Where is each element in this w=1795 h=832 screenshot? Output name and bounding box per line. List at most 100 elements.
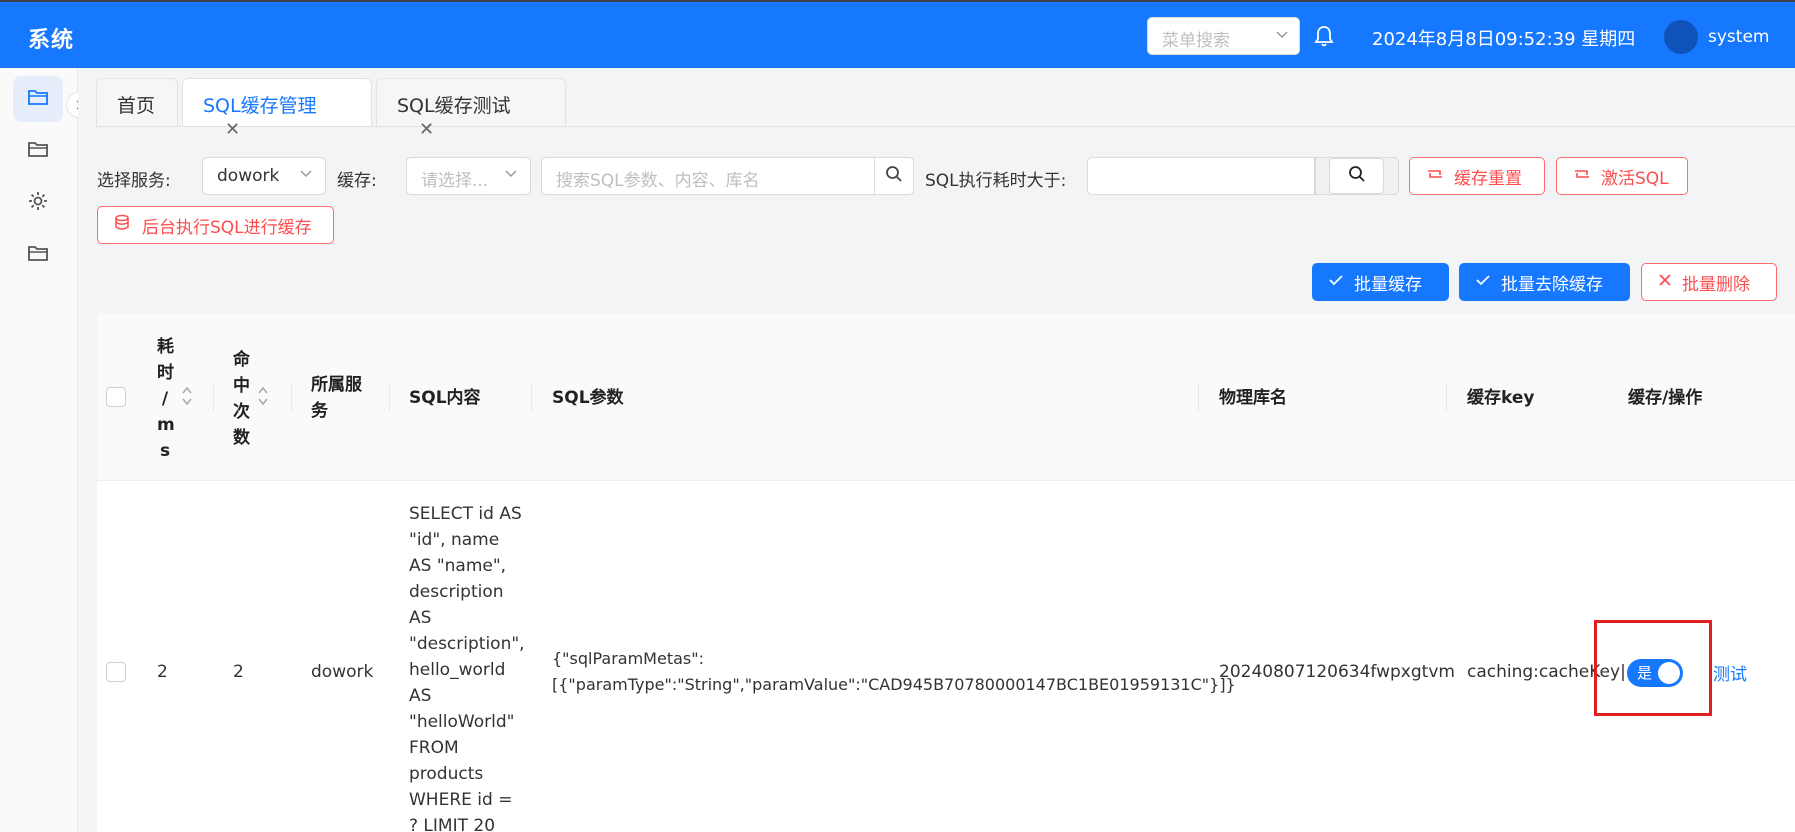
sql-line: products (409, 764, 484, 784)
tab-sql-cache-test[interactable]: SQL缓存测试✕ (376, 78, 566, 140)
sql-line: WHERE id = (409, 790, 513, 810)
tab-label: 首页 (117, 95, 156, 117)
row-checkbox[interactable] (106, 662, 126, 682)
side-rail (0, 68, 78, 832)
batch-cache-button[interactable]: 批量缓存 (1312, 263, 1449, 301)
col-hits[interactable]: 命 中 次 数 (233, 347, 253, 451)
tab-sql-cache-manage[interactable]: SQL缓存管理✕ (182, 78, 372, 140)
cell-hits: 2 (233, 662, 244, 682)
batch-uncache-button[interactable]: 批量去除缓存 (1459, 263, 1630, 301)
rail-item-2[interactable] (13, 128, 63, 174)
col-service-line: 务 (311, 401, 328, 421)
column-divider (389, 383, 390, 411)
cell-sql-params: {"sqlParamMetas": [{"paramType":"String"… (552, 646, 1236, 698)
avatar[interactable] (1664, 20, 1698, 54)
column-divider (291, 383, 292, 411)
tabs-divider (96, 126, 1795, 127)
params-line: [{"paramType":"String","paramValue":"CAD… (552, 675, 1236, 694)
service-select-value: dowork (217, 166, 280, 186)
activate-sql-label: 激活SQL (1601, 168, 1669, 189)
sql-line: hello_world (409, 660, 506, 680)
test-link[interactable]: 测试 (1713, 660, 1747, 685)
search-button[interactable] (874, 157, 914, 195)
swap-icon (1573, 166, 1591, 187)
col-elapsed-char: s (159, 441, 171, 461)
cell-sql-content: SELECT id AS "id", name AS "name", descr… (409, 501, 527, 832)
col-hits-char: 命 (233, 350, 250, 370)
cache-filter-label: 缓存: (337, 171, 377, 191)
rail-item-3[interactable] (13, 180, 63, 226)
close-icon (1658, 272, 1672, 292)
tab-home[interactable]: 首页 (96, 78, 178, 126)
menu-search-placeholder: 菜单搜索 (1162, 31, 1230, 51)
col-hits-char: 数 (233, 428, 250, 448)
swap-icon (1426, 166, 1444, 187)
sql-line: "helloWorld" (409, 712, 515, 732)
cache-select-placeholder: 请选择... (421, 171, 489, 191)
check-icon (1475, 272, 1491, 292)
chevron-down-icon (299, 166, 313, 184)
rail-item-4[interactable] (13, 232, 63, 278)
folder-icon (27, 244, 49, 266)
top-header: 系统 菜单搜索 2024年8月8日09:52:39 星期四 system (0, 0, 1795, 68)
chevron-down-icon (504, 166, 518, 184)
col-service: 所属服 务 (311, 372, 381, 424)
gear-icon (27, 190, 49, 216)
sort-icon[interactable] (257, 385, 269, 407)
close-icon[interactable]: ✕ (225, 119, 240, 140)
cache-select[interactable]: 请选择... (406, 157, 531, 195)
batch-uncache-label: 批量去除缓存 (1501, 274, 1603, 295)
batch-delete-button[interactable]: 批量删除 (1641, 263, 1777, 301)
check-icon (1328, 272, 1344, 292)
chevron-down-icon (1275, 27, 1289, 45)
sql-line: "description", (409, 634, 525, 654)
sql-line: AS (409, 608, 432, 628)
activate-sql-button[interactable]: 激活SQL (1556, 157, 1688, 195)
col-db-name: 物理库名 (1219, 388, 1287, 408)
table-header: 耗 时 / m s 命 中 次 数 所属服 务 SQL内容 SQL参数 物理库名… (97, 313, 1795, 481)
sql-line: AS "name", (409, 556, 507, 576)
reset-cache-button[interactable]: 缓存重置 (1409, 157, 1545, 195)
close-icon[interactable]: ✕ (419, 119, 434, 140)
batch-cache-label: 批量缓存 (1354, 274, 1422, 295)
sql-line: ? LIMIT 20 (409, 816, 496, 832)
col-cache-key: 缓存key (1467, 388, 1535, 408)
service-select[interactable]: dowork (202, 157, 326, 195)
service-filter-label: 选择服务: (97, 171, 171, 191)
background-exec-button[interactable]: 后台执行SQL进行缓存 (97, 206, 334, 244)
username[interactable]: system (1708, 27, 1769, 47)
select-all-checkbox[interactable] (106, 387, 126, 407)
database-icon (114, 214, 132, 237)
col-elapsed[interactable]: 耗 时 / m s (157, 334, 175, 464)
sql-line: SELECT id AS (409, 504, 522, 524)
exec-time-label: SQL执行耗时大于: (925, 171, 1067, 191)
sql-line: AS (409, 686, 432, 706)
search-input-placeholder: 搜索SQL参数、内容、库名 (556, 171, 760, 191)
exec-time-input[interactable] (1087, 157, 1315, 195)
col-sql-content: SQL内容 (409, 388, 481, 408)
bell-icon[interactable] (1314, 24, 1334, 48)
sql-line: description (409, 582, 504, 602)
folder-icon (27, 140, 49, 162)
rail-item-1[interactable] (13, 76, 63, 122)
exec-time-search-button[interactable] (1329, 158, 1384, 194)
sort-icon[interactable] (181, 385, 193, 407)
col-elapsed-char: 时 (157, 363, 174, 383)
sql-line: "id", name (409, 530, 500, 550)
col-elapsed-char: / (161, 389, 169, 409)
background-exec-label: 后台执行SQL进行缓存 (142, 217, 312, 238)
sql-cache-table: 耗 时 / m s 命 中 次 数 所属服 务 SQL内容 SQL参数 物理库名… (97, 313, 1795, 832)
search-input[interactable]: 搜索SQL参数、内容、库名 (541, 157, 875, 195)
tab-label: SQL缓存测试 (397, 95, 511, 117)
column-divider (531, 383, 532, 411)
col-sql-params: SQL参数 (552, 388, 624, 408)
search-icon (885, 165, 903, 187)
reset-cache-label: 缓存重置 (1454, 168, 1522, 189)
app-brand: 系统 (28, 28, 75, 53)
col-hits-char: 次 (233, 402, 250, 422)
menu-search-select[interactable]: 菜单搜索 (1147, 17, 1300, 55)
column-divider (1198, 383, 1199, 411)
batch-delete-label: 批量删除 (1682, 274, 1750, 295)
col-hits-char: 中 (233, 376, 250, 396)
search-icon (1348, 165, 1366, 187)
